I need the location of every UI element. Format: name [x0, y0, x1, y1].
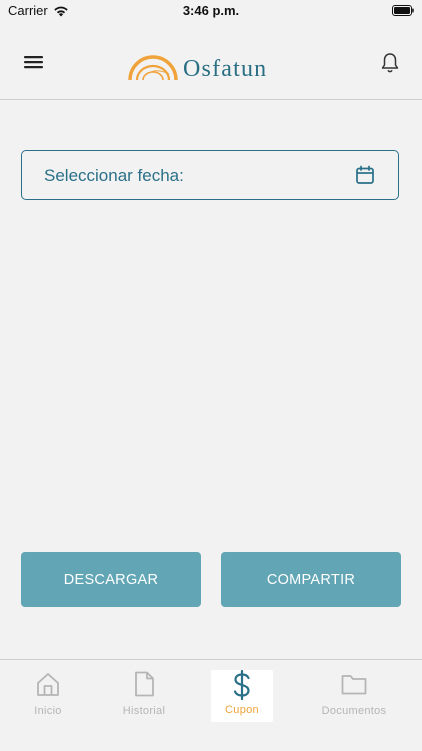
sun-arcs-icon — [128, 55, 178, 81]
app-header: Osfatun — [0, 22, 422, 100]
tab-cupon[interactable]: Cupon — [211, 670, 273, 722]
dollar-icon — [233, 670, 250, 700]
brand-logo: Osfatun — [127, 44, 267, 82]
folder-icon — [341, 675, 367, 695]
home-icon — [37, 673, 59, 696]
date-picker-field[interactable]: Seleccionar fecha: — [21, 150, 399, 200]
tab-historial[interactable]: Historial — [116, 670, 172, 722]
date-picker-label: Seleccionar fecha: — [44, 166, 184, 185]
brand-name: Osfatun — [183, 56, 268, 82]
battery-icon — [392, 5, 414, 16]
status-bar: Carrier 3:46 p.m. — [0, 0, 422, 22]
document-icon — [135, 671, 154, 697]
menu-icon[interactable] — [20, 52, 47, 72]
share-button[interactable]: COMPARTIR — [221, 552, 401, 607]
tab-documentos[interactable]: Documentos — [314, 670, 394, 722]
tab-cupon-label: Cupon — [225, 704, 259, 716]
tab-bar: Inicio Historial Cupon Documentos — [0, 659, 422, 751]
tab-inicio[interactable]: Inicio — [25, 670, 71, 722]
download-button[interactable]: DESCARGAR — [21, 552, 201, 607]
tab-documentos-label: Documentos — [321, 705, 387, 717]
bell-icon[interactable] — [380, 52, 400, 74]
calendar-icon[interactable] — [355, 165, 375, 185]
tab-inicio-label: Inicio — [34, 705, 62, 717]
tab-historial-label: Historial — [122, 705, 166, 717]
status-time: 3:46 p.m. — [182, 3, 240, 18]
